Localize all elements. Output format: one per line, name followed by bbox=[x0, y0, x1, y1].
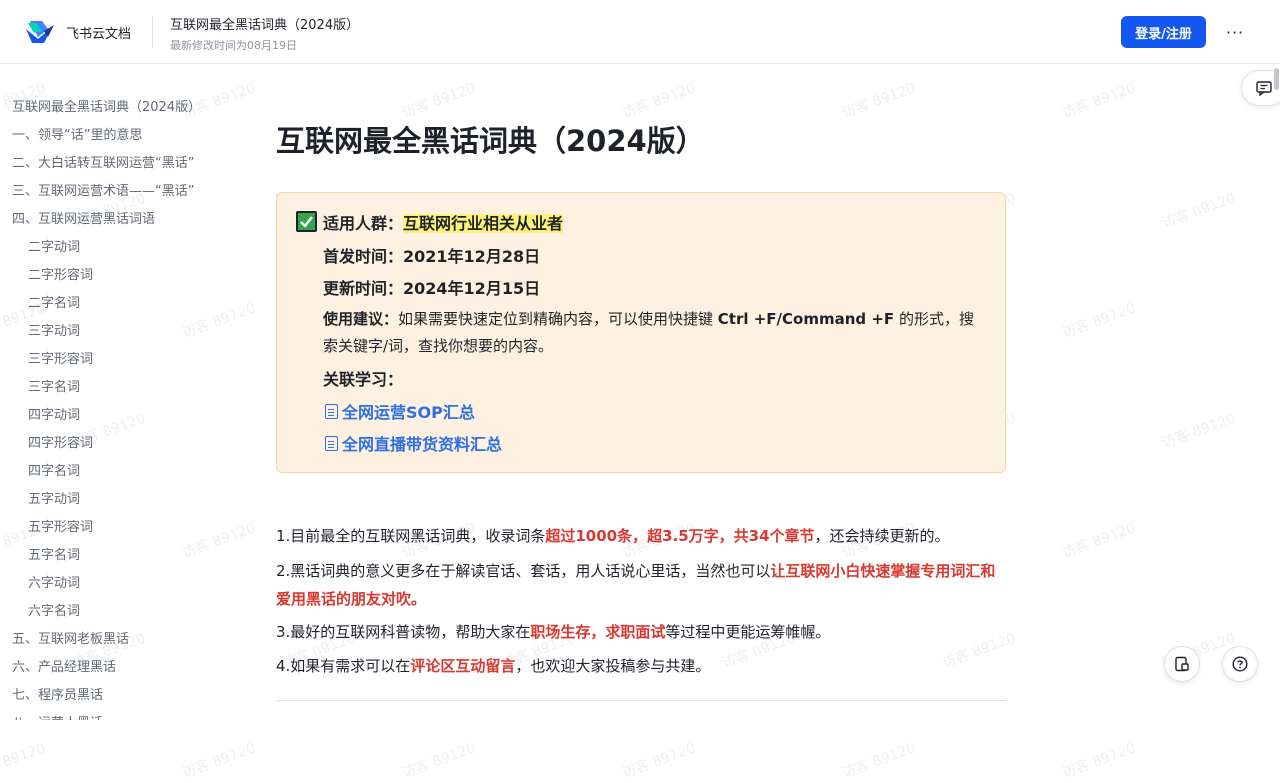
intro-list-item: 3.最好的互联网科普读物，帮助大家在职场生存，求职面试等过程中更能运筹帷幄。 bbox=[276, 618, 1001, 646]
comment-icon bbox=[1256, 81, 1272, 96]
scrollbar-thumb[interactable] bbox=[1274, 68, 1279, 90]
intro-text-pre: 2.黑话词典的意义更多在于解读官话、套话，用人话说心里话，当然也可以 bbox=[276, 562, 771, 580]
watermark-text: 访客 89120 bbox=[1059, 520, 1138, 562]
intro-text-em: 超过1000条，超3.5万字，共34个章节 bbox=[545, 527, 815, 545]
watermark-text: 访客 89120 bbox=[1159, 410, 1238, 452]
toc-item[interactable]: 六、产品经理黑话 bbox=[12, 656, 116, 675]
link-livestream-summary[interactable]: 全网直播带货资料汇总 bbox=[325, 431, 502, 455]
watermark-text: 访客 89120 bbox=[1059, 300, 1138, 342]
intro-text-em: 评论区互动留言 bbox=[410, 657, 516, 675]
page-title: 互联网最全黑话词典（2024版） bbox=[276, 124, 705, 158]
watermark-text: 访客 89120 bbox=[399, 80, 478, 122]
divider bbox=[276, 700, 1006, 701]
toc-item[interactable]: 六字动词 bbox=[28, 572, 80, 591]
toc-item[interactable]: 三字动词 bbox=[28, 320, 80, 339]
related-label: 关联学习： bbox=[323, 370, 404, 389]
intro-text-post: ，也欢迎大家投稿参与共建。 bbox=[515, 657, 711, 675]
audience-line: 适用人群：互联网行业相关从业者 bbox=[323, 210, 564, 234]
toc-item[interactable]: 五字形容词 bbox=[28, 516, 93, 535]
document-list-icon bbox=[1175, 656, 1189, 672]
toc-item[interactable]: 四、互联网运营黑话词语 bbox=[12, 208, 155, 227]
intro-text-post: ，还会持续更新的。 bbox=[814, 527, 950, 545]
toc-item[interactable]: 四字动词 bbox=[28, 404, 80, 423]
link-sop-summary-label: 全网运营SOP汇总 bbox=[342, 403, 475, 422]
toc-item[interactable]: 五、互联网老板黑话 bbox=[12, 628, 129, 647]
login-register-button[interactable]: 登录/注册 bbox=[1121, 16, 1206, 48]
intro-text-pre: 3.最好的互联网科普读物，帮助大家在 bbox=[276, 623, 531, 641]
update-value: 2024年12月15日 bbox=[403, 279, 541, 298]
toc-item[interactable]: 八、运营人黑话 bbox=[12, 712, 103, 720]
header-divider bbox=[152, 16, 153, 48]
watermark-text: 访客 89120 bbox=[1159, 190, 1238, 232]
first-publish-label: 首发时间： bbox=[323, 247, 404, 266]
toc-item[interactable]: 七、程序员黑话 bbox=[12, 684, 103, 703]
check-mark-icon bbox=[296, 211, 317, 232]
scrollbar[interactable] bbox=[1272, 64, 1280, 720]
feishu-logo-icon bbox=[26, 21, 54, 43]
watermark-text: 访客 89120 bbox=[399, 740, 478, 782]
audience-label: 适用人群： bbox=[323, 214, 404, 233]
toc-item[interactable]: 四字名词 bbox=[28, 460, 80, 479]
outline-toggle-button[interactable] bbox=[1164, 646, 1200, 682]
brand-name[interactable]: 飞书云文档 bbox=[66, 23, 131, 42]
watermark-text: 访客 89120 bbox=[1059, 80, 1138, 122]
toc-item[interactable]: 二、大白话转互联网运营“黑话” bbox=[12, 152, 194, 171]
watermark-text: 访客 89120 bbox=[839, 740, 918, 782]
watermark-text: 访客 89120 bbox=[619, 740, 698, 782]
table-of-contents: 互联网最全黑话词典（2024版） 一、领导“话”里的意思二、大白话转互联网运营“黑… bbox=[0, 64, 240, 720]
usage-tip-text-1: 如果需要快速定位到精确内容，可以使用快捷键 bbox=[398, 310, 718, 328]
usage-tip-shortcut: Ctrl +F/Command +F bbox=[717, 310, 895, 328]
help-icon bbox=[1232, 656, 1248, 672]
intro-list-item: 1.目前最全的互联网黑话词典，收录词条超过1000条，超3.5万字，共34个章节… bbox=[276, 522, 1001, 550]
toc-item[interactable]: 五字名词 bbox=[28, 544, 80, 563]
related-label-line: 关联学习： bbox=[323, 366, 403, 390]
link-sop-summary[interactable]: 全网运营SOP汇总 bbox=[325, 399, 475, 423]
watermark-text: 访客 89120 bbox=[0, 740, 48, 781]
help-button[interactable] bbox=[1222, 646, 1258, 682]
first-publish-line: 首发时间：2021年12月28日 bbox=[323, 243, 540, 267]
toc-item[interactable]: 二字动词 bbox=[28, 236, 80, 255]
toc-item[interactable]: 四字形容词 bbox=[28, 432, 93, 451]
intro-list-item: 2.黑话词典的意义更多在于解读官话、套话，用人话说心里话，当然也可以让互联网小白… bbox=[276, 557, 1001, 613]
first-publish-value: 2021年12月28日 bbox=[403, 247, 541, 266]
doc-modified-time: 最新修改时间为08月19日 bbox=[170, 39, 297, 52]
toc-item[interactable]: 二字名词 bbox=[28, 292, 80, 311]
update-line: 更新时间：2024年12月15日 bbox=[323, 275, 540, 299]
toc-item[interactable]: 五字动词 bbox=[28, 488, 80, 507]
link-livestream-summary-label: 全网直播带货资料汇总 bbox=[342, 435, 503, 454]
toc-item[interactable]: 互联网最全黑话词典（2024版） bbox=[12, 96, 201, 115]
watermark-text: 访客 89120 bbox=[1059, 740, 1138, 782]
doc-title: 互联网最全黑话词典（2024版） bbox=[170, 18, 360, 33]
watermark-text: 访客 89120 bbox=[619, 80, 698, 122]
intro-text-pre: 4.如果有需求可以在 bbox=[276, 657, 411, 675]
toc-item[interactable]: 一、领导“话”里的意思 bbox=[12, 124, 142, 143]
usage-tip-label: 使用建议： bbox=[323, 310, 399, 328]
watermark-text: 访客 89120 bbox=[179, 740, 258, 782]
intro-text-em: 职场生存，求职面试 bbox=[530, 623, 666, 641]
toc-item[interactable]: 三字名词 bbox=[28, 376, 80, 395]
toc-item[interactable]: 六字名词 bbox=[28, 600, 80, 619]
toc-item[interactable]: 三、互联网运营术语——“黑话” bbox=[12, 180, 194, 199]
more-options-icon[interactable]: ··· bbox=[1222, 20, 1248, 44]
audience-value: 互联网行业相关从业者 bbox=[403, 214, 564, 233]
intro-text-post: 等过程中更能运筹帷幄。 bbox=[665, 623, 831, 641]
usage-tip: 使用建议：如果需要快速定位到精确内容，可以使用快捷键 Ctrl +F/Comma… bbox=[323, 306, 983, 360]
doc-icon bbox=[325, 435, 338, 451]
toc-item[interactable]: 二字形容词 bbox=[28, 264, 93, 283]
intro-text-pre: 1.目前最全的互联网黑话词典，收录词条 bbox=[276, 527, 546, 545]
doc-icon bbox=[325, 403, 338, 419]
update-label: 更新时间： bbox=[323, 279, 404, 298]
intro-list-item: 4.如果有需求可以在评论区互动留言，也欢迎大家投稿参与共建。 bbox=[276, 652, 1001, 680]
watermark-text: 访客 89120 bbox=[839, 80, 918, 122]
top-bar: 飞书云文档 互联网最全黑话词典（2024版） 最新修改时间为08月19日 登录/… bbox=[0, 0, 1280, 64]
toc-item[interactable]: 三字形容词 bbox=[28, 348, 93, 367]
